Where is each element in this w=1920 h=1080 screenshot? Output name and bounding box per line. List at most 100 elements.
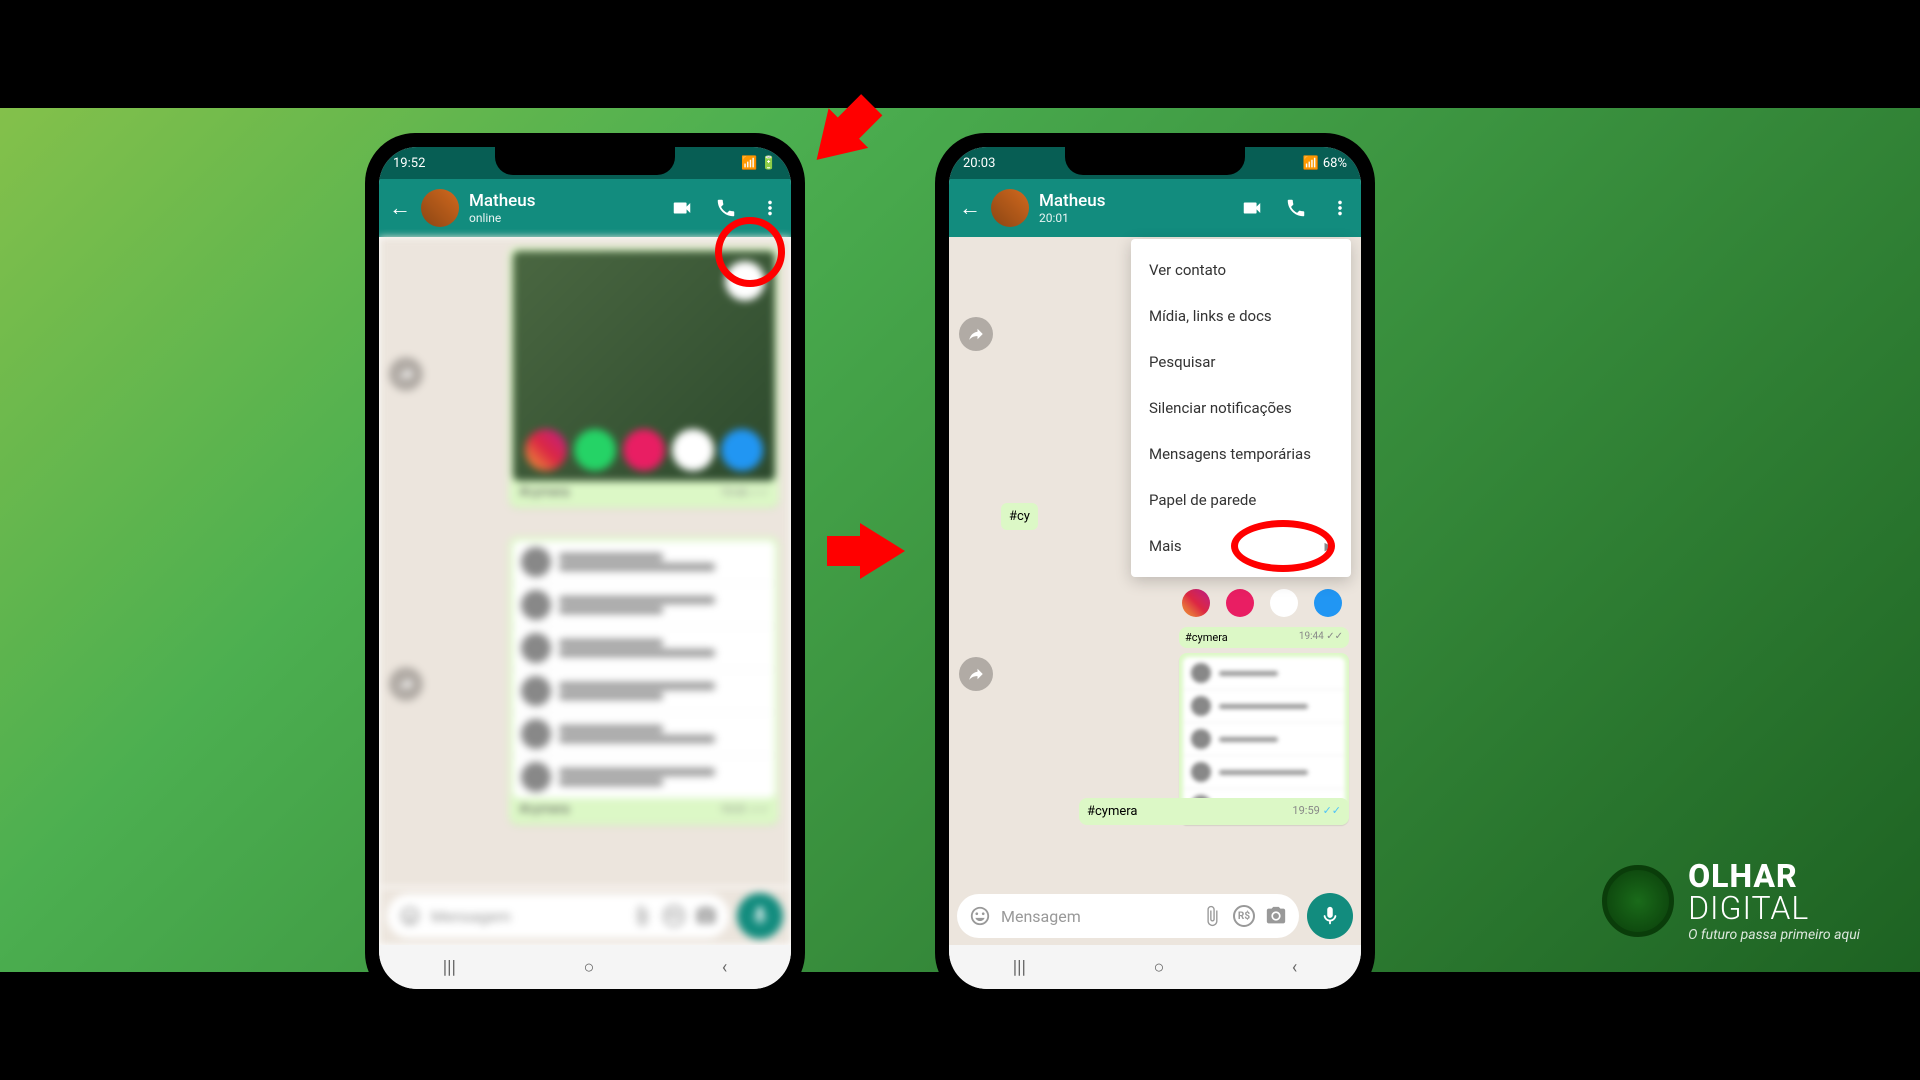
nav-recent[interactable]: ||| — [1013, 957, 1026, 978]
menu-midia[interactable]: Mídia, links e docs — [1131, 293, 1351, 339]
menu-silenciar[interactable]: Silenciar notificações — [1131, 385, 1351, 431]
letterbox-top — [0, 0, 1920, 108]
status-icons: 📶 🔋 — [741, 156, 777, 171]
list-caption: #cymera 19:51 ✓✓ — [513, 798, 775, 821]
caption-text: #cymera — [1087, 804, 1137, 819]
message-bubble-image[interactable]: #cymera 19:44 ✓✓ — [509, 247, 779, 508]
more-options-icon[interactable] — [1329, 197, 1351, 219]
phone-notch — [495, 147, 675, 175]
message-input[interactable]: Mensagem R$ — [957, 894, 1299, 938]
brand-tagline: O futuro passa primeiro aqui — [1688, 928, 1860, 942]
camera-icon[interactable] — [1265, 905, 1287, 927]
menu-pesquisar[interactable]: Pesquisar — [1131, 339, 1351, 385]
camera-icon[interactable] — [695, 905, 717, 927]
emoji-icon[interactable] — [969, 905, 991, 927]
contact-avatar[interactable] — [421, 189, 459, 227]
contact-name: Matheus — [469, 191, 661, 211]
nav-back[interactable]: ‹ — [722, 957, 727, 978]
status-time: 20:03 — [963, 156, 995, 171]
brand-line-2: DIGITAL — [1688, 889, 1809, 927]
phone-screen-1: 19:52 📶 🔋 ← Matheus online #cymera 19:44… — [379, 147, 791, 989]
bottom-caption: #cymera 19:59 ✓✓ — [1079, 798, 1349, 825]
payment-icon[interactable]: R$ — [1233, 905, 1255, 927]
phone-screen-2: 20:03 📶 68% ← Matheus 20:01 #cy #cymera1… — [949, 147, 1361, 989]
instagram-icon — [525, 429, 567, 471]
input-placeholder: Mensagem — [431, 907, 621, 926]
blue-app-icon — [721, 429, 763, 471]
partial-caption: #cy — [1001, 503, 1038, 530]
forward-icon[interactable] — [959, 317, 993, 351]
app-icons-row — [513, 429, 775, 471]
nav-recent[interactable]: ||| — [443, 957, 456, 978]
chat-list-image — [1183, 657, 1345, 821]
voice-call-icon[interactable] — [715, 197, 737, 219]
nav-home[interactable]: ○ — [1153, 957, 1164, 978]
highlight-circle-1 — [715, 217, 785, 287]
pink-app-icon — [623, 429, 665, 471]
play-store-icon — [672, 429, 714, 471]
chat-list-image — [513, 541, 775, 798]
status-time: 19:52 — [393, 156, 425, 171]
contact-info[interactable]: Matheus online — [469, 191, 661, 225]
forward-icon[interactable] — [389, 667, 423, 701]
message-bubble-list[interactable]: #cymera 19:51 ✓✓ — [509, 537, 779, 825]
input-placeholder: Mensagem — [1001, 907, 1191, 926]
forward-icon[interactable] — [959, 657, 993, 691]
phone-frame-2: 20:03 📶 68% ← Matheus 20:01 #cy #cymera1… — [935, 133, 1375, 1003]
menu-mais[interactable]: Mais ▶ — [1131, 523, 1351, 569]
contact-info[interactable]: Matheus 20:01 — [1039, 191, 1231, 225]
android-nav-bar: ||| ○ ‹ — [379, 945, 791, 989]
whatsapp-app-icon — [574, 429, 616, 471]
contact-name: Matheus — [1039, 191, 1231, 211]
small-caption-bubble: #cymera19:44 ✓✓ — [1179, 627, 1349, 648]
contact-avatar[interactable] — [991, 189, 1029, 227]
status-icons: 📶 68% — [1303, 156, 1347, 171]
nav-home[interactable]: ○ — [583, 957, 594, 978]
payment-icon[interactable]: R$ — [663, 905, 685, 927]
menu-temporarias[interactable]: Mensagens temporárias — [1131, 431, 1351, 477]
emoji-icon[interactable] — [399, 905, 421, 927]
contact-status: online — [469, 211, 661, 225]
image-caption: #cymera 19:44 ✓✓ — [513, 481, 775, 504]
message-time: 19:59 ✓✓ — [1292, 804, 1341, 819]
options-dropdown: Ver contato Mídia, links e docs Pesquisa… — [1131, 239, 1351, 577]
mic-button[interactable] — [737, 893, 783, 939]
shared-image — [513, 251, 775, 481]
caption-text: #cymera — [519, 485, 569, 500]
header-actions — [671, 197, 781, 219]
attach-icon[interactable] — [631, 905, 653, 927]
message-time: 19:51 ✓✓ — [720, 802, 769, 817]
highlight-circle-2 — [1231, 520, 1335, 572]
forward-icon[interactable] — [389, 357, 423, 391]
video-call-icon[interactable] — [671, 197, 693, 219]
more-options-icon[interactable] — [759, 197, 781, 219]
back-arrow-icon[interactable]: ← — [389, 195, 411, 221]
phone-frame-1: 19:52 📶 🔋 ← Matheus online #cymera 19:44… — [365, 133, 805, 1003]
brand-circle-icon — [1602, 865, 1674, 937]
message-input-bar: Mensagem R$ — [949, 887, 1361, 945]
mic-button[interactable] — [1307, 893, 1353, 939]
brand-text: OLHAR DIGITAL O futuro passa primeiro aq… — [1688, 860, 1860, 942]
message-input-bar: Mensagem R$ — [379, 887, 791, 945]
brand-logo-block: OLHAR DIGITAL O futuro passa primeiro aq… — [1602, 860, 1860, 942]
caption-text: #cymera — [519, 802, 569, 817]
peeking-image — [1177, 589, 1347, 619]
attach-icon[interactable] — [1201, 905, 1223, 927]
android-nav-bar: ||| ○ ‹ — [949, 945, 1361, 989]
message-input[interactable]: Mensagem R$ — [387, 894, 729, 938]
tutorial-canvas: 19:52 📶 🔋 ← Matheus online #cymera 19:44… — [0, 108, 1920, 972]
whatsapp-header: ← Matheus 20:01 — [949, 179, 1361, 237]
contact-status: 20:01 — [1039, 211, 1231, 225]
chat-body-blurred: #cymera 19:44 ✓✓ #cymera 19:51 ✓✓ — [379, 237, 791, 887]
red-arrow-1 — [797, 108, 868, 179]
menu-papel-parede[interactable]: Papel de parede — [1131, 477, 1351, 523]
voice-call-icon[interactable] — [1285, 197, 1307, 219]
red-arrow-2 — [860, 523, 905, 579]
video-call-icon[interactable] — [1241, 197, 1263, 219]
back-arrow-icon[interactable]: ← — [959, 195, 981, 221]
nav-back[interactable]: ‹ — [1292, 957, 1297, 978]
menu-ver-contato[interactable]: Ver contato — [1131, 247, 1351, 293]
header-actions — [1241, 197, 1351, 219]
phone-notch — [1065, 147, 1245, 175]
menu-more-label: Mais — [1149, 537, 1182, 555]
